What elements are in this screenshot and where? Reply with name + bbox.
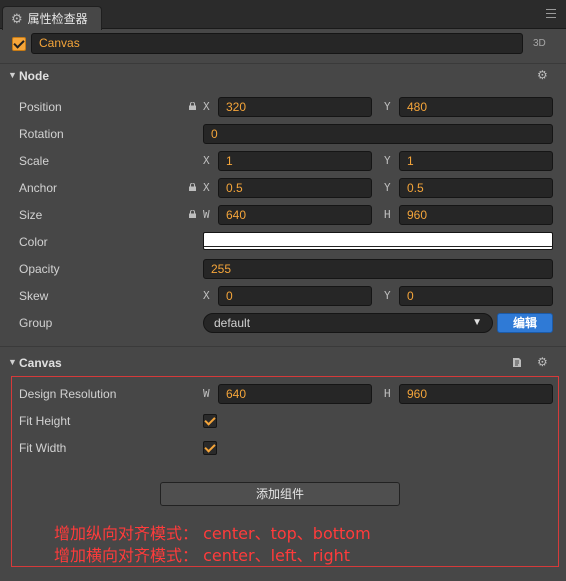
prop-label: Group bbox=[19, 316, 53, 330]
canvas-section-header[interactable]: ▼ Canvas ⚙ bbox=[0, 351, 566, 375]
prop-label: Skew bbox=[19, 289, 49, 303]
prop-size: Size W 640 H 960 bbox=[0, 202, 566, 229]
edit-group-button[interactable]: 编辑 bbox=[497, 313, 553, 333]
axis-label-h: H bbox=[384, 208, 391, 221]
settings-gear-icon[interactable]: ⚙ bbox=[537, 356, 548, 368]
prop-label: Color bbox=[19, 235, 48, 249]
tab-inspector[interactable]: ⚙ 属性检查器 bbox=[2, 6, 102, 30]
annotation-horizontal-align: 增加横向对齐模式： center、left、right bbox=[54, 546, 351, 565]
node-section-header[interactable]: ▼ Node ⚙ bbox=[0, 64, 566, 88]
skew-x-input[interactable]: 0 bbox=[218, 286, 372, 306]
gear-icon: ⚙ bbox=[11, 11, 23, 26]
divider bbox=[0, 346, 566, 347]
node-name-input[interactable]: Canvas bbox=[31, 33, 523, 54]
prop-label: Opacity bbox=[19, 262, 60, 276]
lock-icon[interactable] bbox=[189, 210, 196, 218]
3d-toggle[interactable]: 3D bbox=[533, 38, 546, 49]
node-active-checkbox[interactable] bbox=[12, 37, 26, 51]
settings-gear-icon[interactable]: ⚙ bbox=[537, 69, 548, 81]
anchor-y-input[interactable]: 0.5 bbox=[399, 178, 553, 198]
position-x-input[interactable]: 320 bbox=[218, 97, 372, 117]
opacity-input[interactable]: 255 bbox=[203, 259, 553, 279]
prop-rotation: Rotation 0 bbox=[0, 121, 566, 148]
prop-skew: Skew X 0 Y 0 bbox=[0, 283, 566, 310]
collapse-triangle-icon: ▼ bbox=[8, 357, 17, 367]
axis-label-x: X bbox=[203, 181, 210, 194]
menu-icon[interactable] bbox=[546, 9, 556, 18]
axis-label-y: Y bbox=[384, 289, 391, 302]
scale-y-input[interactable]: 1 bbox=[399, 151, 553, 171]
group-select-value: default bbox=[214, 316, 251, 330]
prop-label: Rotation bbox=[19, 127, 64, 141]
size-w-input[interactable]: 640 bbox=[218, 205, 372, 225]
lock-icon[interactable] bbox=[189, 183, 196, 191]
group-select[interactable]: default ▼ bbox=[203, 313, 493, 333]
prop-opacity: Opacity 255 bbox=[0, 256, 566, 283]
axis-label-y: Y bbox=[384, 100, 391, 113]
axis-label-x: X bbox=[203, 100, 210, 113]
axis-label-y: Y bbox=[384, 154, 391, 167]
section-title: Canvas bbox=[19, 356, 62, 370]
lock-icon[interactable] bbox=[189, 102, 196, 110]
prop-anchor: Anchor X 0.5 Y 0.5 bbox=[0, 175, 566, 202]
tab-title: 属性检查器 bbox=[27, 12, 88, 26]
section-title: Node bbox=[19, 69, 49, 83]
color-swatch[interactable] bbox=[203, 232, 553, 250]
axis-label-y: Y bbox=[384, 181, 391, 194]
axis-label-w: W bbox=[203, 208, 210, 221]
scale-x-input[interactable]: 1 bbox=[218, 151, 372, 171]
collapse-triangle-icon: ▼ bbox=[8, 70, 17, 80]
size-h-input[interactable]: 960 bbox=[399, 205, 553, 225]
title-bar: ⚙ 属性检查器 bbox=[0, 0, 566, 30]
prop-position: Position X 320 Y 480 bbox=[0, 94, 566, 121]
book-icon[interactable] bbox=[512, 357, 522, 368]
prop-scale: Scale X 1 Y 1 bbox=[0, 148, 566, 175]
prop-label: Scale bbox=[19, 154, 50, 168]
prop-label: Position bbox=[19, 100, 62, 114]
annotation-vertical-align: 增加纵向对齐模式： center、top、bottom bbox=[54, 524, 371, 543]
axis-label-x: X bbox=[203, 289, 210, 302]
position-y-input[interactable]: 480 bbox=[399, 97, 553, 117]
skew-y-input[interactable]: 0 bbox=[399, 286, 553, 306]
anchor-x-input[interactable]: 0.5 bbox=[218, 178, 372, 198]
dropdown-arrow-icon: ▼ bbox=[472, 317, 482, 328]
rotation-input[interactable]: 0 bbox=[203, 124, 553, 144]
prop-label: Anchor bbox=[19, 181, 58, 195]
axis-label-x: X bbox=[203, 154, 210, 167]
prop-label: Size bbox=[19, 208, 43, 222]
